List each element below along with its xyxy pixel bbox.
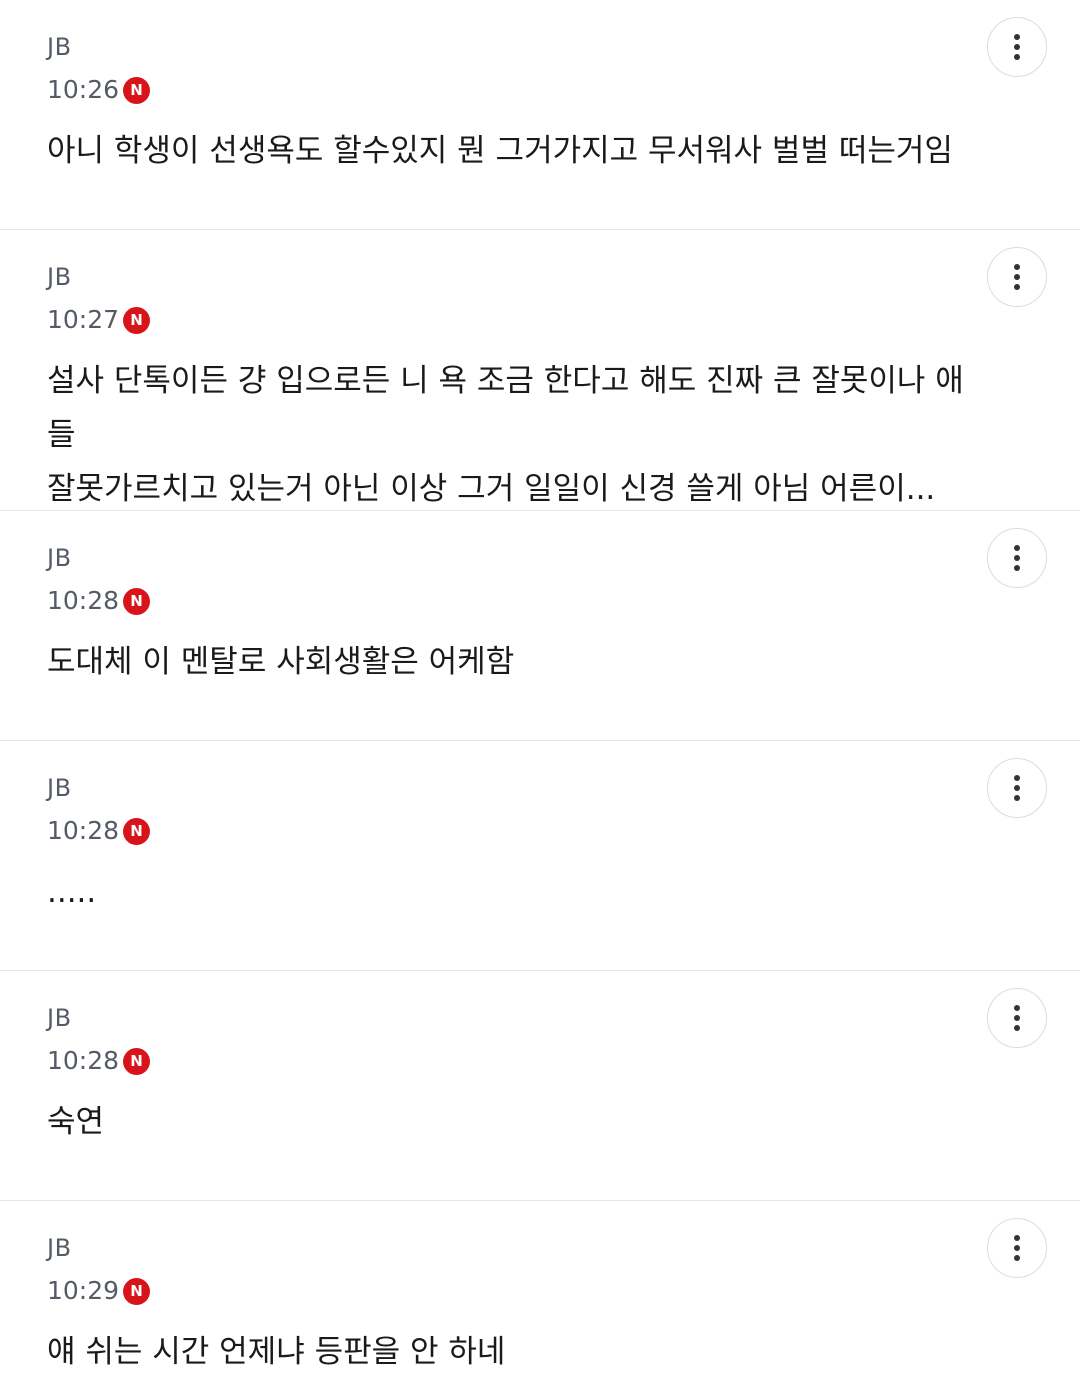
comment-author: JB (47, 33, 72, 61)
new-badge-icon: N (123, 587, 151, 615)
new-badge-icon: N (123, 1047, 151, 1075)
comment-item: JB 10:29 N 얘 쉬는 시간 언제냐 등판을 안 하네 (0, 1201, 1080, 1391)
comment-time: 10:26 (47, 75, 120, 104)
comment-item: JB 10:28 N 도대체 이 멘탈로 사회생활은 어케함 (0, 511, 1080, 741)
comment-meta: 10:27 N (47, 304, 151, 336)
comment-text: 도대체 이 멘탈로 사회생활은 어케함 (47, 644, 515, 680)
comment-text: 설사 단톡이든 걍 입으로든 니 욕 조금 한다고 해도 진짜 큰 잘못이나 애… (47, 363, 964, 507)
comment-text: 숙연 (47, 1104, 105, 1140)
comment-time: 10:27 (47, 305, 120, 334)
comment-meta: 10:28 N (47, 815, 151, 847)
comment-time: 10:28 (47, 816, 120, 845)
more-options-button[interactable] (987, 528, 1047, 588)
more-options-button[interactable] (987, 17, 1047, 77)
more-vertical-icon (1014, 1235, 1020, 1261)
comment-time: 10:29 (47, 1276, 120, 1305)
comment-item: JB 10:26 N 아니 학생이 선생욕도 할수있지 뭔 그거가지고 무서워사… (0, 0, 1080, 230)
new-badge-icon: N (123, 76, 151, 104)
new-badge-icon: N (123, 817, 151, 845)
new-badge-icon: N (123, 306, 151, 334)
more-vertical-icon (1014, 1005, 1020, 1031)
comment-author: JB (47, 1004, 72, 1032)
comment-meta: 10:28 N (47, 585, 151, 617)
comment-text: 아니 학생이 선생욕도 할수있지 뭔 그거가지고 무서워사 벌벌 떠는거임 (47, 133, 953, 169)
comment-item: JB 10:27 N 설사 단톡이든 걍 입으로든 니 욕 조금 한다고 해도 … (0, 230, 1080, 511)
comment-meta: 10:26 N (47, 74, 151, 106)
comment-item: JB 10:28 N 숙연 (0, 971, 1080, 1201)
comment-author: JB (47, 263, 72, 291)
comment-time: 10:28 (47, 586, 120, 615)
comment-item: JB 10:28 N ..... (0, 741, 1080, 971)
more-vertical-icon (1014, 34, 1020, 60)
comment-author: JB (47, 544, 72, 572)
comment-author: JB (47, 774, 72, 802)
more-options-button[interactable] (987, 758, 1047, 818)
more-options-button[interactable] (987, 988, 1047, 1048)
comment-author: JB (47, 1234, 72, 1262)
more-vertical-icon (1014, 775, 1020, 801)
comment-text: 얘 쉬는 시간 언제냐 등판을 안 하네 (47, 1334, 506, 1370)
more-vertical-icon (1014, 264, 1020, 290)
comment-meta: 10:28 N (47, 1045, 151, 1077)
comment-time: 10:28 (47, 1046, 120, 1075)
comment-meta: 10:29 N (47, 1275, 151, 1307)
new-badge-icon: N (123, 1277, 151, 1305)
comment-text: ..... (47, 874, 97, 910)
more-vertical-icon (1014, 545, 1020, 571)
comment-feed: JB 10:26 N 아니 학생이 선생욕도 할수있지 뭔 그거가지고 무서워사… (0, 0, 1080, 1391)
more-options-button[interactable] (987, 247, 1047, 307)
more-options-button[interactable] (987, 1218, 1047, 1278)
